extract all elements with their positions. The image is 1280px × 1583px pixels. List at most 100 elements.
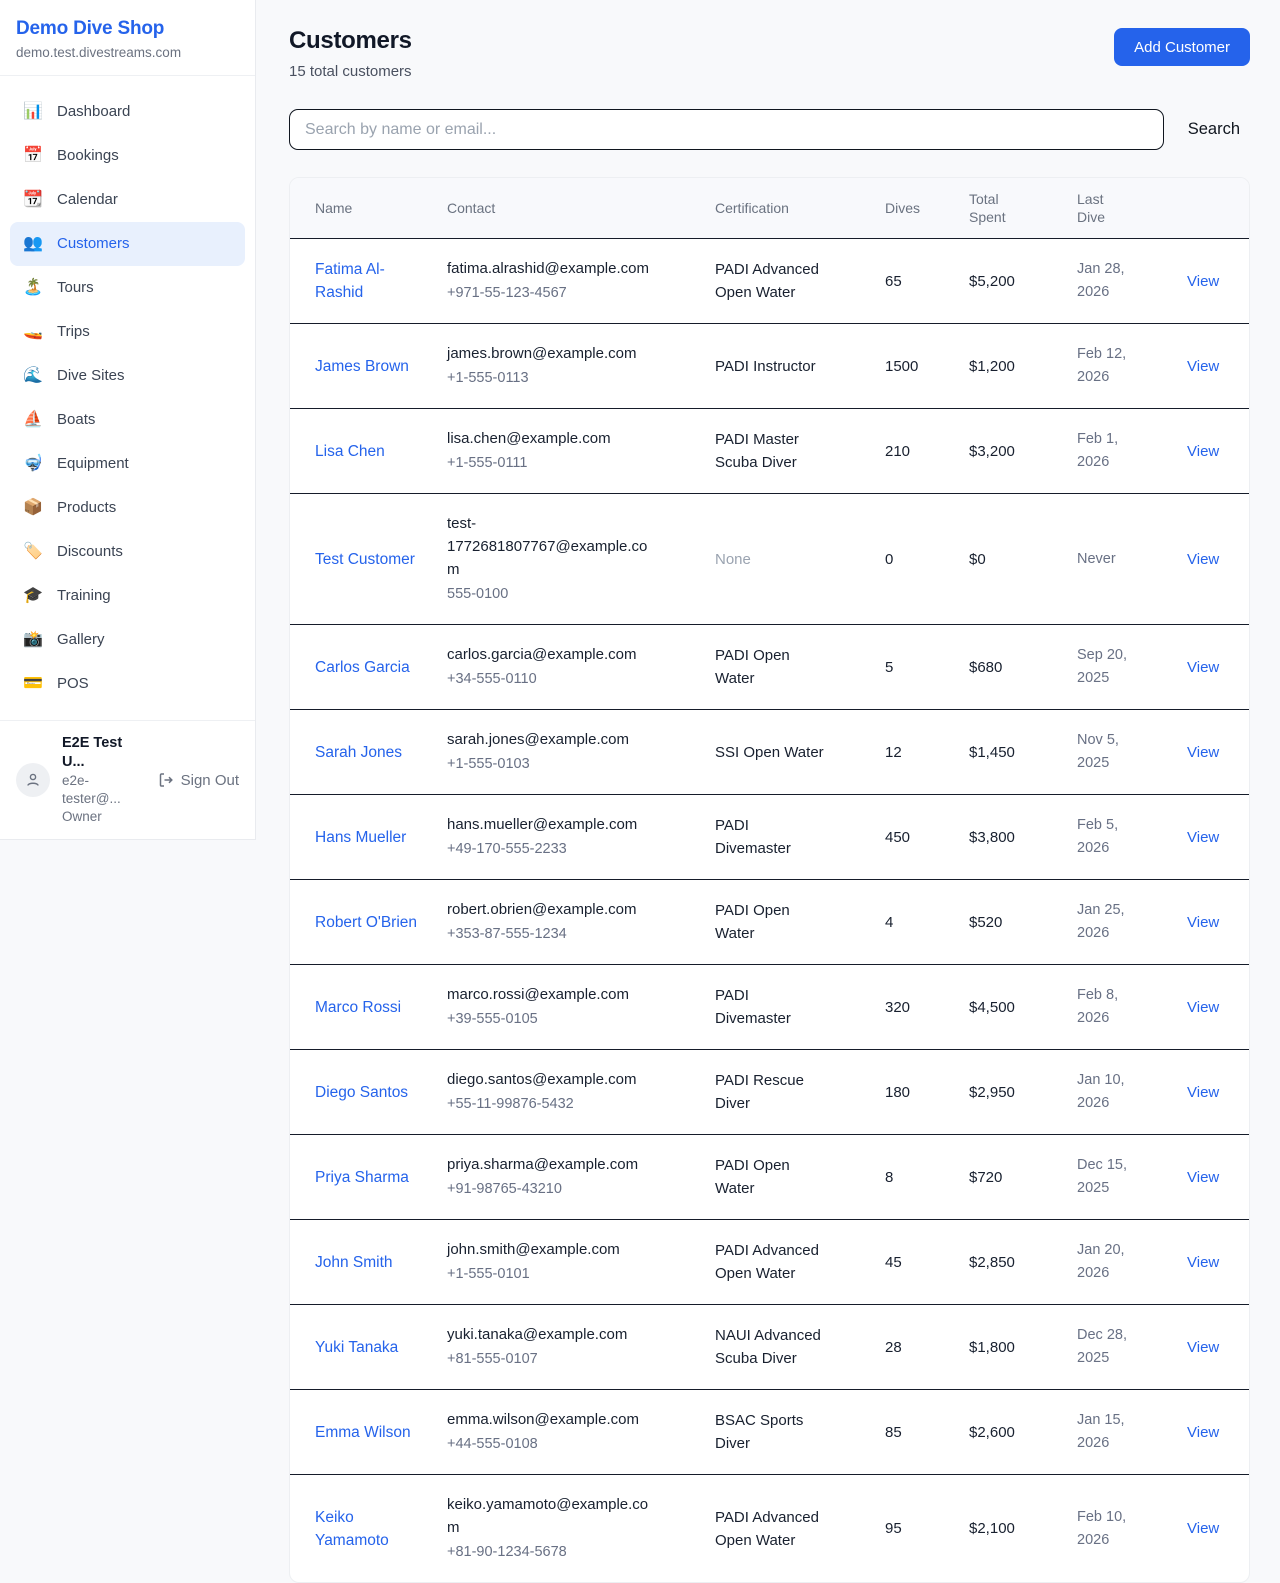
customer-total-spent: $720 bbox=[957, 1135, 1065, 1220]
customer-dives: 85 bbox=[873, 1390, 957, 1475]
customer-last-dive: Feb 1, 2026 bbox=[1065, 409, 1171, 494]
customer-phone: +353-87-555-1234 bbox=[447, 923, 655, 946]
customer-total-spent: $2,950 bbox=[957, 1050, 1065, 1135]
avatar bbox=[16, 763, 50, 797]
table-row: Carlos Garcia carlos.garcia@example.com … bbox=[290, 625, 1250, 710]
customer-phone: +1-555-0113 bbox=[447, 367, 655, 390]
view-customer-link[interactable]: View bbox=[1187, 1520, 1219, 1537]
sidebar-item-equipment[interactable]: 🤿 Equipment bbox=[10, 442, 245, 486]
customer-email: priya.sharma@example.com bbox=[447, 1153, 655, 1176]
view-customer-link[interactable]: View bbox=[1187, 358, 1219, 375]
view-customer-link[interactable]: View bbox=[1187, 1084, 1219, 1101]
table-row: Lisa Chen lisa.chen@example.com +1-555-0… bbox=[290, 409, 1250, 494]
table-row: Test Customer test-1772681807767@example… bbox=[290, 494, 1250, 625]
column-header-dives: Dives bbox=[873, 178, 957, 239]
customer-last-dive: Jan 28, 2026 bbox=[1065, 239, 1171, 324]
graduation-cap-icon: 🎓 bbox=[23, 585, 43, 607]
customer-name-link[interactable]: James Brown bbox=[315, 358, 409, 375]
sidebar-item-calendar[interactable]: 📆 Calendar bbox=[10, 178, 245, 222]
sidebar-item-customers[interactable]: 👥 Customers bbox=[10, 222, 245, 266]
sidebar-item-dive-sites[interactable]: 🌊 Dive Sites bbox=[10, 354, 245, 398]
sidebar-item-dashboard[interactable]: 📊 Dashboard bbox=[10, 90, 245, 134]
view-customer-link[interactable]: View bbox=[1187, 829, 1219, 846]
view-customer-link[interactable]: View bbox=[1187, 273, 1219, 290]
customer-name-link[interactable]: Emma Wilson bbox=[315, 1424, 411, 1441]
customer-phone: +34-555-0110 bbox=[447, 668, 655, 691]
view-customer-link[interactable]: View bbox=[1187, 999, 1219, 1016]
customer-phone: +1-555-0101 bbox=[447, 1263, 655, 1286]
customer-last-dive: Jan 15, 2026 bbox=[1065, 1390, 1171, 1475]
diving-mask-icon: 🤿 bbox=[23, 453, 43, 475]
customer-name-link[interactable]: Lisa Chen bbox=[315, 443, 385, 460]
customer-dives: 320 bbox=[873, 965, 957, 1050]
sidebar-header: Demo Dive Shop demo.test.divestreams.com bbox=[0, 0, 255, 76]
sidebar-item-discounts[interactable]: 🏷️ Discounts bbox=[10, 530, 245, 574]
customer-phone: +1-555-0111 bbox=[447, 452, 655, 475]
sidebar: Demo Dive Shop demo.test.divestreams.com… bbox=[0, 0, 256, 840]
customer-name-link[interactable]: John Smith bbox=[315, 1254, 393, 1271]
sidebar-item-training[interactable]: 🎓 Training bbox=[10, 574, 245, 618]
customer-name-link[interactable]: Test Customer bbox=[315, 551, 415, 568]
sign-out-button[interactable]: Sign Out bbox=[158, 772, 239, 789]
view-customer-link[interactable]: View bbox=[1187, 443, 1219, 460]
view-customer-link[interactable]: View bbox=[1187, 551, 1219, 568]
customer-dives: 0 bbox=[873, 494, 957, 625]
table-row: Emma Wilson emma.wilson@example.com +44-… bbox=[290, 1390, 1250, 1475]
customer-name-link[interactable]: Yuki Tanaka bbox=[315, 1339, 398, 1356]
customer-name-link[interactable]: Fatima Al-Rashid bbox=[315, 261, 385, 301]
sidebar-item-boats[interactable]: ⛵ Boats bbox=[10, 398, 245, 442]
sidebar-item-pos[interactable]: 💳 POS bbox=[10, 662, 245, 706]
customer-phone: +81-555-0107 bbox=[447, 1348, 655, 1371]
view-customer-link[interactable]: View bbox=[1187, 1169, 1219, 1186]
customer-phone: +91-98765-43210 bbox=[447, 1178, 655, 1201]
user-info: E2E Test U... e2e-tester@... Owner bbox=[62, 734, 146, 826]
customer-total-spent: $1,200 bbox=[957, 324, 1065, 409]
customer-name-link[interactable]: Carlos Garcia bbox=[315, 659, 410, 676]
sidebar-item-label: Customers bbox=[57, 233, 130, 255]
tear-off-calendar-icon: 📆 bbox=[23, 189, 43, 211]
customer-certification: PADI Instructor bbox=[703, 324, 873, 409]
view-customer-link[interactable]: View bbox=[1187, 1424, 1219, 1441]
user-name: E2E Test U... bbox=[62, 734, 146, 772]
view-customer-link[interactable]: View bbox=[1187, 1254, 1219, 1271]
table-row: Priya Sharma priya.sharma@example.com +9… bbox=[290, 1135, 1250, 1220]
customer-phone: +1-555-0103 bbox=[447, 753, 655, 776]
customer-last-dive: Feb 12, 2026 bbox=[1065, 324, 1171, 409]
view-customer-link[interactable]: View bbox=[1187, 744, 1219, 761]
customer-name-link[interactable]: Robert O'Brien bbox=[315, 914, 417, 931]
table-row: Keiko Yamamoto keiko.yamamoto@example.co… bbox=[290, 1475, 1250, 1583]
customer-certification: PADI Open Water bbox=[703, 625, 873, 710]
view-customer-link[interactable]: View bbox=[1187, 1339, 1219, 1356]
customer-total-spent: $5,200 bbox=[957, 239, 1065, 324]
sidebar-item-tours[interactable]: 🏝️ Tours bbox=[10, 266, 245, 310]
table-row: John Smith john.smith@example.com +1-555… bbox=[290, 1220, 1250, 1305]
sidebar-item-gallery[interactable]: 📸 Gallery bbox=[10, 618, 245, 662]
search-input[interactable] bbox=[289, 109, 1164, 150]
customer-total-spent: $0 bbox=[957, 494, 1065, 625]
customer-certification: PADI Advanced Open Water bbox=[703, 239, 873, 324]
page-title: Customers bbox=[289, 27, 412, 55]
sailboat-icon: ⛵ bbox=[23, 409, 43, 431]
customer-name-link[interactable]: Keiko Yamamoto bbox=[315, 1509, 389, 1549]
customer-dives: 12 bbox=[873, 710, 957, 795]
customer-name-link[interactable]: Marco Rossi bbox=[315, 999, 401, 1016]
sidebar-item-trips[interactable]: 🚤 Trips bbox=[10, 310, 245, 354]
customer-dives: 8 bbox=[873, 1135, 957, 1220]
customer-name-link[interactable]: Hans Mueller bbox=[315, 829, 406, 846]
sidebar-item-bookings[interactable]: 📅 Bookings bbox=[10, 134, 245, 178]
customer-certification: PADI Advanced Open Water bbox=[703, 1220, 873, 1305]
search-button[interactable]: Search bbox=[1188, 120, 1250, 139]
customer-name-link[interactable]: Diego Santos bbox=[315, 1084, 408, 1101]
view-customer-link[interactable]: View bbox=[1187, 659, 1219, 676]
add-customer-button[interactable]: Add Customer bbox=[1114, 28, 1250, 66]
sign-out-label: Sign Out bbox=[181, 772, 239, 789]
customer-name-link[interactable]: Sarah Jones bbox=[315, 744, 402, 761]
customer-total-spent: $3,800 bbox=[957, 795, 1065, 880]
user-icon bbox=[25, 772, 41, 788]
customer-phone: +39-555-0105 bbox=[447, 1008, 655, 1031]
customer-email: keiko.yamamoto@example.com bbox=[447, 1493, 655, 1539]
customer-name-link[interactable]: Priya Sharma bbox=[315, 1169, 409, 1186]
table-row: Yuki Tanaka yuki.tanaka@example.com +81-… bbox=[290, 1305, 1250, 1390]
sidebar-item-products[interactable]: 📦 Products bbox=[10, 486, 245, 530]
view-customer-link[interactable]: View bbox=[1187, 914, 1219, 931]
